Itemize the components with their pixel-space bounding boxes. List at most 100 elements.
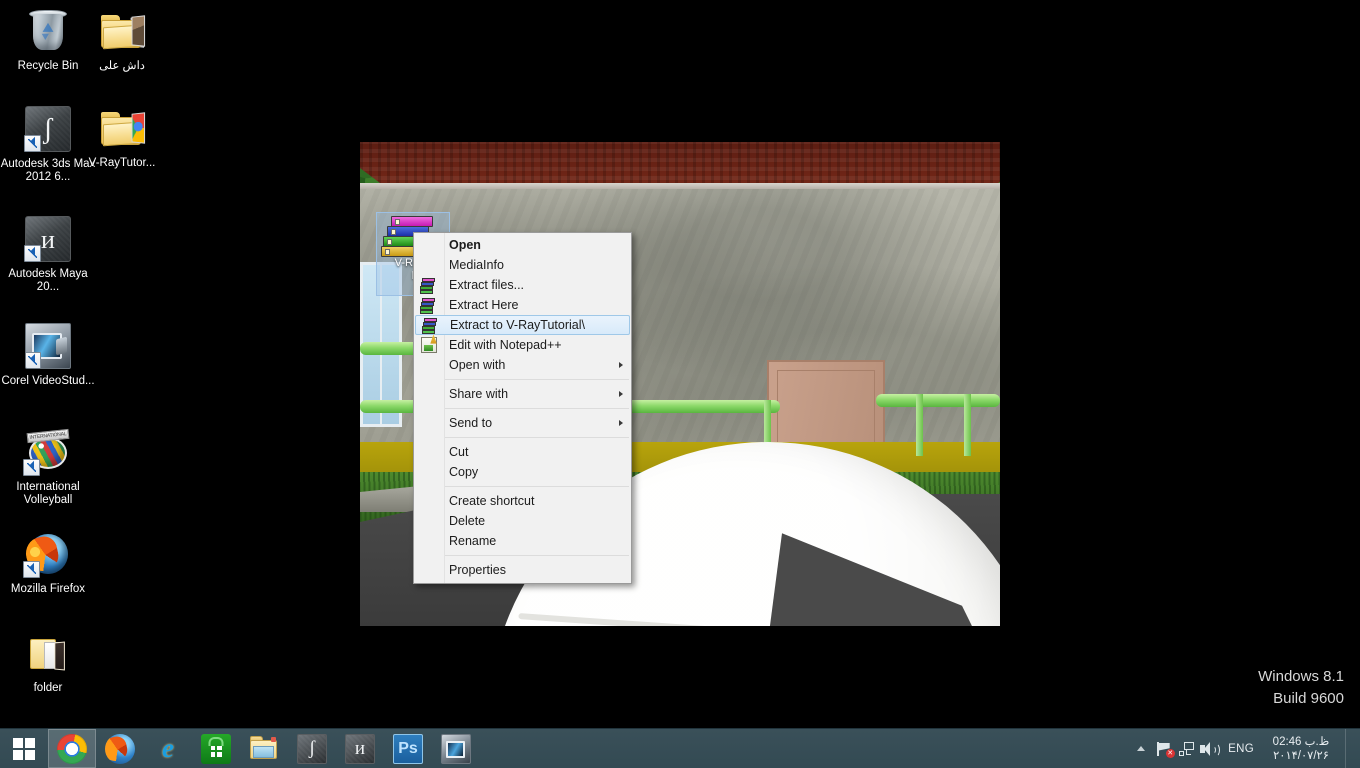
windows-logo-icon <box>13 737 35 760</box>
show-desktop-button[interactable] <box>1345 728 1354 768</box>
shortcut-overlay-icon <box>23 561 40 578</box>
taskbar-photoshop[interactable]: Ps <box>384 729 432 768</box>
file-context-menu[interactable]: Open MediaInfo Extract files... Extract Her… <box>413 232 632 584</box>
action-center-flag-icon[interactable]: ✕ <box>1153 729 1175 768</box>
context-menu-item-label: Extract Here <box>449 298 519 312</box>
taskbar-buttons: e ʃ и Ps <box>48 729 480 768</box>
folder-icon <box>98 105 146 153</box>
context-menu-item-label: Rename <box>449 534 497 548</box>
context-menu-item-extract-to-v-raytutorial[interactable]: Extract to V-RayTutorial\ <box>415 315 630 335</box>
context-menu-item-label: Extract to V-RayTutorial\ <box>450 318 585 332</box>
start-button[interactable] <box>0 729 48 768</box>
corel-videostudio-icon <box>441 733 471 764</box>
submenu-arrow-icon <box>619 420 623 426</box>
taskbar-ie[interactable]: e <box>144 729 192 768</box>
file-explorer-icon <box>249 734 279 764</box>
desktop-icon-glyph <box>98 105 146 153</box>
desktop-icon-label: International Volleyball <box>16 481 80 506</box>
context-menu-item-properties[interactable]: Properties <box>414 560 631 580</box>
render-post-c <box>916 394 923 456</box>
submenu-arrow-icon <box>619 391 623 397</box>
context-menu-item-mediainfo[interactable]: MediaInfo <box>414 255 631 275</box>
context-menu-item-rename[interactable]: Rename <box>414 531 631 551</box>
taskbar-firefox[interactable] <box>96 729 144 768</box>
desktop-icon-label: folder <box>33 682 63 694</box>
taskbar[interactable]: e ʃ и Ps ✕ ENG 02:46 ظ.ب ۲۰۱۴/۰۷/۲۶ <box>0 728 1360 768</box>
firefox-icon <box>105 733 135 764</box>
desktop-icon-label: Mozilla Firefox <box>10 583 86 595</box>
context-menu-item-copy[interactable]: Copy <box>414 462 631 482</box>
desktop-icon-glyph <box>24 8 72 56</box>
context-menu-item-share-with[interactable]: Share with <box>414 384 631 404</box>
context-menu-item-extract-here[interactable]: Extract Here <box>414 295 631 315</box>
recycle-bin-icon <box>24 8 72 56</box>
desktop-icon-label: V-RayTutor... <box>88 157 156 169</box>
context-menu-item-create-shortcut[interactable]: Create shortcut <box>414 491 631 511</box>
taskbar-corel[interactable] <box>432 729 480 768</box>
context-menu-item-label: Cut <box>449 445 469 459</box>
context-menu-item-open-with[interactable]: Open with <box>414 355 631 375</box>
context-menu-item-open[interactable]: Open <box>414 235 631 255</box>
taskbar-3ds-max[interactable]: ʃ <box>288 729 336 768</box>
context-menu-item-label: MediaInfo <box>449 258 504 272</box>
context-menu-item-label: Open <box>449 238 481 252</box>
taskbar-store[interactable] <box>192 729 240 768</box>
context-menu-separator <box>445 555 629 556</box>
taskbar-empty-area[interactable] <box>480 729 1129 768</box>
context-menu-item-send-to[interactable]: Send to <box>414 413 631 433</box>
photoshop-icon: Ps <box>393 733 423 764</box>
shortcut-overlay-icon <box>24 135 41 152</box>
desktop-icon-label: داش على <box>99 60 145 72</box>
context-menu-separator <box>445 437 629 438</box>
context-menu-item-cut[interactable]: Cut <box>414 442 631 462</box>
desktop-icon-label: Corel VideoStud... <box>1 375 95 387</box>
maya-icon: и <box>345 733 375 764</box>
winrar-icon <box>420 297 437 314</box>
winrar-icon <box>422 317 439 334</box>
context-menu-items: Open MediaInfo Extract files... Extract Her… <box>414 235 631 580</box>
desktop-icon-international-volleyball[interactable]: INTERNATIONAL International Volleyball <box>0 428 96 507</box>
taskbar-explorer[interactable] <box>240 729 288 768</box>
context-menu-item-label: Extract files... <box>449 278 525 292</box>
shortcut-overlay-icon <box>23 459 40 476</box>
desktop-icon-v-raytutorial-folder[interactable]: V-RayTutor... <box>74 105 170 170</box>
context-menu-item-label: Delete <box>449 514 486 528</box>
clock-time: 02:46 ظ.ب <box>1272 735 1330 748</box>
context-menu-item-edit-with-notepad[interactable]: Edit with Notepad++ <box>414 335 631 355</box>
clock[interactable]: 02:46 ظ.ب ۲۰۱۴/۰۷/۲۶ <box>1263 735 1345 763</box>
context-menu-item-delete[interactable]: Delete <box>414 511 631 531</box>
desktop-icon-glyph: и <box>24 216 72 264</box>
watermark-line-1: Windows 8.1 <box>1258 668 1344 685</box>
corel-videostudio-icon <box>25 323 71 369</box>
context-menu-item-label: Send to <box>449 416 493 430</box>
taskbar-maya[interactable]: и <box>336 729 384 768</box>
desktop-icon-corel-videostudio[interactable]: Corel VideoStud... <box>0 322 96 388</box>
render-ball-dark-panel <box>758 533 1000 626</box>
firefox-icon <box>22 531 71 578</box>
desktop-icon-label: Autodesk Maya 20... <box>8 268 88 293</box>
context-menu-item-label: Create shortcut <box>449 494 535 508</box>
context-menu-item-label: Share with <box>449 387 509 401</box>
show-hidden-icons-chevron[interactable] <box>1129 746 1153 751</box>
clock-date: ۲۰۱۴/۰۷/۲۶ <box>1273 749 1329 762</box>
context-menu-item-extract-files[interactable]: Extract files... <box>414 275 631 295</box>
volume-icon[interactable] <box>1197 729 1220 768</box>
desktop-icon-folder-dash-ali[interactable]: داش على <box>74 8 170 73</box>
desktop-icon-autodesk-maya-20[interactable]: и Autodesk Maya 20... <box>0 215 96 294</box>
language-indicator[interactable]: ENG <box>1219 743 1263 755</box>
open-folder-icon <box>24 630 72 678</box>
chrome-icon <box>57 733 87 764</box>
winrar-icon <box>420 277 437 294</box>
system-tray[interactable]: ✕ ENG 02:46 ظ.ب ۲۰۱۴/۰۷/۲۶ <box>1129 728 1360 768</box>
windows-activation-watermark: Windows 8.1 Build 9600 <box>1258 666 1344 710</box>
network-icon[interactable] <box>1175 729 1197 768</box>
render-railing-right <box>876 394 1000 407</box>
desktop-icon-mozilla-firefox[interactable]: Mozilla Firefox <box>0 530 96 596</box>
desktop-icon-glyph <box>24 323 72 371</box>
desktop-icon-folder[interactable]: folder <box>0 630 96 695</box>
volleyball-game-icon: INTERNATIONAL <box>23 428 71 476</box>
3ds-max-icon: ʃ <box>24 106 71 152</box>
render-post-d <box>964 394 971 456</box>
desktop[interactable]: V-RayT l Recycle Binداش علىʃAutodesk 3ds… <box>0 0 1360 768</box>
taskbar-chrome[interactable] <box>48 729 96 768</box>
